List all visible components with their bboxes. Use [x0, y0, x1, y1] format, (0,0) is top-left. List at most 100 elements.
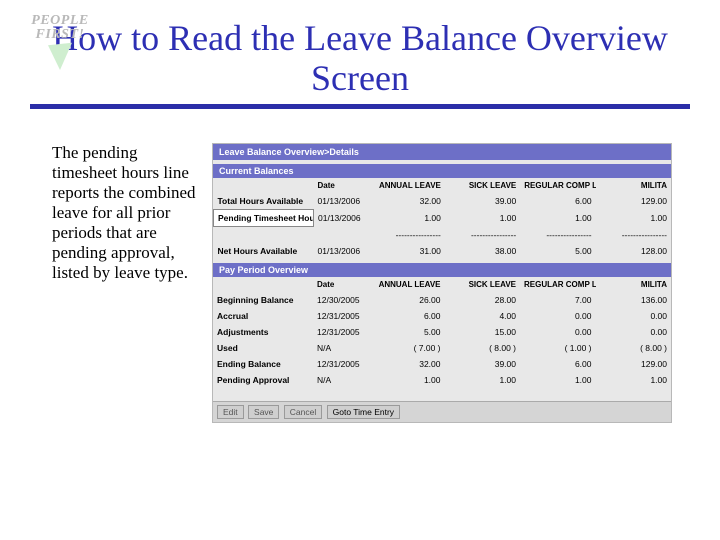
- row-value: 0.00: [520, 308, 596, 324]
- logo-line1: PEOPLE: [10, 14, 110, 28]
- col-header: [214, 178, 314, 193]
- leave-balance-screenshot: Leave Balance Overview>Details Current B…: [212, 143, 672, 423]
- page-title: How to Read the Leave Balance Overview S…: [40, 18, 680, 98]
- save-button[interactable]: Save: [248, 405, 279, 419]
- section-current-balances: Current Balances: [213, 164, 671, 178]
- row-label: Ending Balance: [213, 356, 313, 372]
- row-value: 39.00: [445, 193, 520, 210]
- row-date: N/A: [313, 372, 369, 388]
- row-value: 129.00: [596, 193, 671, 210]
- col-header: SICK LEAVE: [445, 178, 520, 193]
- row-value: ( 8.00 ): [596, 340, 672, 356]
- table-row: Ending Balance12/31/200532.0039.006.0012…: [213, 356, 671, 372]
- row-label: Pending Approval: [213, 372, 313, 388]
- row-value: ( 8.00 ): [445, 340, 521, 356]
- row-value: 128.00: [596, 243, 671, 259]
- row-value: 1.00: [370, 210, 445, 227]
- col-header: [213, 277, 313, 292]
- col-header: Date: [313, 277, 369, 292]
- row-value: 129.00: [596, 356, 672, 372]
- logo-line2: FIRST!: [10, 28, 110, 42]
- row-value: ( 1.00 ): [520, 340, 596, 356]
- row-value: 32.00: [370, 193, 445, 210]
- row-value: 1.00: [445, 372, 521, 388]
- screenshot-header: Leave Balance Overview>Details: [213, 144, 671, 160]
- row-value: 26.00: [369, 292, 445, 308]
- row-date: [314, 227, 370, 243]
- row-label: Adjustments: [213, 324, 313, 340]
- row-value: ----------------: [370, 227, 445, 243]
- edit-button[interactable]: Edit: [217, 405, 244, 419]
- table-row: Net Hours Available01/13/200631.0038.005…: [214, 243, 672, 259]
- row-value: 39.00: [445, 356, 521, 372]
- row-date: 12/31/2005: [313, 356, 369, 372]
- row-date: 01/13/2006: [314, 193, 370, 210]
- section-pay-period: Pay Period Overview: [213, 263, 671, 277]
- goto-time-entry-button[interactable]: Goto Time Entry: [327, 405, 400, 419]
- row-label: Accrual: [213, 308, 313, 324]
- row-label: Net Hours Available: [214, 243, 314, 259]
- row-date: 12/31/2005: [313, 324, 369, 340]
- row-value: 0.00: [520, 324, 596, 340]
- button-bar: Edit Save Cancel Goto Time Entry: [213, 401, 671, 422]
- row-date: 01/13/2006: [314, 210, 370, 227]
- col-header: ANNUAL LEAVE: [370, 178, 445, 193]
- row-value: 1.00: [445, 210, 520, 227]
- row-label: Used: [213, 340, 313, 356]
- row-value: 1.00: [369, 372, 445, 388]
- row-value: 5.00: [369, 324, 445, 340]
- row-value: 7.00: [520, 292, 596, 308]
- row-value: 1.00: [596, 210, 671, 227]
- col-header: ANNUAL LEAVE: [369, 277, 445, 292]
- people-first-logo: PEOPLE FIRST!: [10, 14, 110, 70]
- cancel-button[interactable]: Cancel: [284, 405, 322, 419]
- florida-shape-icon: [48, 43, 72, 72]
- table-row: Pending Timesheet Hours01/13/20061.001.0…: [214, 210, 672, 227]
- col-header: MILITA: [596, 178, 671, 193]
- row-value: ----------------: [520, 227, 595, 243]
- row-value: 6.00: [520, 356, 596, 372]
- row-value: 31.00: [370, 243, 445, 259]
- col-header: REGULAR COMP LEAVE: [520, 277, 596, 292]
- description-text: The pending timesheet hours line reports…: [30, 143, 200, 423]
- col-header: Date: [314, 178, 370, 193]
- pay-period-table: DateANNUAL LEAVESICK LEAVEREGULAR COMP L…: [213, 277, 671, 388]
- table-row: Accrual12/31/20056.004.000.000.00: [213, 308, 671, 324]
- col-header: REGULAR COMP LEAVE: [520, 178, 595, 193]
- row-value: 1.00: [520, 372, 596, 388]
- table-row: ----------------------------------------…: [214, 227, 672, 243]
- table-row: Pending ApprovalN/A1.001.001.001.00: [213, 372, 671, 388]
- current-balances-table: DateANNUAL LEAVESICK LEAVEREGULAR COMP L…: [213, 178, 671, 259]
- row-value: 6.00: [369, 308, 445, 324]
- col-header: SICK LEAVE: [445, 277, 521, 292]
- row-value: 28.00: [445, 292, 521, 308]
- row-value: 0.00: [596, 324, 672, 340]
- row-value: 0.00: [596, 308, 672, 324]
- row-label: Beginning Balance: [213, 292, 313, 308]
- row-value: 4.00: [445, 308, 521, 324]
- row-value: ----------------: [445, 227, 520, 243]
- row-value: 136.00: [596, 292, 672, 308]
- row-label: Pending Timesheet Hours: [214, 210, 314, 227]
- row-value: 38.00: [445, 243, 520, 259]
- row-date: 12/30/2005: [313, 292, 369, 308]
- table-row: Adjustments12/31/20055.0015.000.000.00: [213, 324, 671, 340]
- row-value: 6.00: [520, 193, 595, 210]
- table-row: Beginning Balance12/30/200526.0028.007.0…: [213, 292, 671, 308]
- row-label: [214, 227, 314, 243]
- row-label: Total Hours Available: [214, 193, 314, 210]
- row-date: 12/31/2005: [313, 308, 369, 324]
- row-value: 1.00: [520, 210, 595, 227]
- table-row: UsedN/A( 7.00 )( 8.00 )( 1.00 )( 8.00 ): [213, 340, 671, 356]
- title-underline: [30, 104, 690, 109]
- row-value: 1.00: [596, 372, 672, 388]
- row-date: N/A: [313, 340, 369, 356]
- row-value: 32.00: [369, 356, 445, 372]
- row-value: 5.00: [520, 243, 595, 259]
- col-header: MILITA: [596, 277, 672, 292]
- row-value: 15.00: [445, 324, 521, 340]
- row-value: ( 7.00 ): [369, 340, 445, 356]
- row-date: 01/13/2006: [314, 243, 370, 259]
- row-value: ----------------: [596, 227, 671, 243]
- table-row: Total Hours Available01/13/200632.0039.0…: [214, 193, 672, 210]
